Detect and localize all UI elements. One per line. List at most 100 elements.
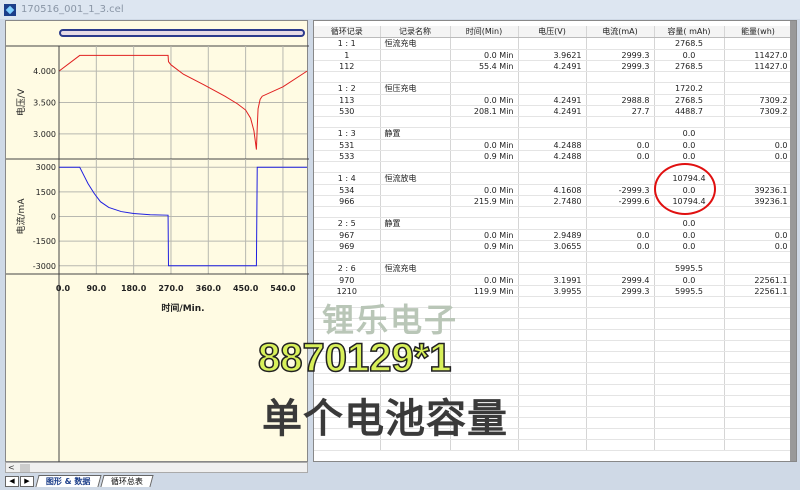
table-cell: 4.2491 xyxy=(518,94,587,106)
table-cell xyxy=(724,71,793,83)
table-cell: 0.9 Min xyxy=(450,150,519,162)
table-cell xyxy=(450,362,519,374)
table-cell xyxy=(724,262,793,275)
scroll-left-icon[interactable]: < xyxy=(8,463,15,472)
tab-cycle-summary[interactable]: 循环总表 xyxy=(99,475,154,487)
table-cell xyxy=(586,406,655,418)
table-row[interactable]: 970 0.0 Min 3.1991 2999.4 0.0 22561.1 xyxy=(314,274,793,286)
table-cell: 0.0 Min xyxy=(450,94,519,106)
x-axis-label: 时间/Min. xyxy=(161,302,204,314)
tab-prev-button[interactable]: ◀ xyxy=(5,475,19,487)
table-row[interactable]: 533 0.9 Min 4.2488 0.0 0.0 0.0 xyxy=(314,150,793,162)
table-row[interactable]: 1 0.0 Min 3.9621 2999.3 0.0 11427.0 xyxy=(314,49,793,61)
table-row[interactable] xyxy=(314,206,793,218)
x-tick-label: 0.0 xyxy=(56,284,71,293)
table-cell: 0.0 xyxy=(724,150,793,162)
table-row[interactable] xyxy=(314,161,793,173)
table-row[interactable]: 1 : 3 静置 0.0 xyxy=(314,127,793,140)
table-cell xyxy=(586,373,655,385)
table-cell xyxy=(654,362,725,374)
table-cell xyxy=(654,384,725,396)
table-cell xyxy=(586,362,655,374)
table-row[interactable] xyxy=(314,71,793,83)
table-cell xyxy=(654,71,725,83)
scroll-thumb[interactable] xyxy=(20,464,30,472)
table-cell: 静置 xyxy=(380,127,451,140)
table-cell xyxy=(518,296,587,308)
table-cell xyxy=(586,318,655,330)
column-header[interactable]: 时间(Min) xyxy=(450,26,519,38)
table-cell xyxy=(724,161,793,173)
table-cell: 0.0 Min xyxy=(450,229,519,241)
table-row[interactable]: 1 : 1 恒流充电 2768.5 xyxy=(314,37,793,50)
column-header[interactable]: 记录名称 xyxy=(380,26,451,38)
table-row[interactable]: 969 0.9 Min 3.0655 0.0 0.0 0.0 xyxy=(314,240,793,252)
table-row[interactable]: 2 : 5 静置 0.0 xyxy=(314,217,793,230)
table-cell: 0.0 xyxy=(724,139,793,151)
table-cell: 2768.5 xyxy=(654,37,725,50)
table-cell: 39236.1 xyxy=(724,195,793,207)
tab-chart-data[interactable]: 图形 & 数据 xyxy=(35,475,102,487)
table-cell: 1 : 2 xyxy=(314,82,381,95)
table-row[interactable]: 112 55.4 Min 4.2491 2999.3 2768.5 11427.0 xyxy=(314,60,793,72)
table-row[interactable]: 113 0.0 Min 4.2491 2988.8 2768.5 7309.2 xyxy=(314,94,793,106)
table-cell xyxy=(724,384,793,396)
table-cell xyxy=(518,161,587,173)
table-row[interactable]: 966 215.9 Min 2.7480 -2999.6 10794.4 39236.1 xyxy=(314,195,793,207)
table-cell: 3.1991 xyxy=(518,274,587,286)
table-cell: 1 : 4 xyxy=(314,172,381,185)
table-cell xyxy=(724,82,793,95)
watermark-company: 锂乐电子 xyxy=(322,301,459,339)
table-cell: 967 xyxy=(314,229,381,241)
table-cell: 静置 xyxy=(380,217,451,230)
table-cell xyxy=(518,71,587,83)
table-cell: 4.1608 xyxy=(518,184,587,196)
column-header[interactable]: 电压(V) xyxy=(518,26,587,38)
table-cell: 966 xyxy=(314,195,381,207)
table-cell xyxy=(450,71,519,83)
table-cell xyxy=(586,206,655,218)
x-tick-label: 540.0 xyxy=(270,284,296,293)
table-cell xyxy=(518,116,587,128)
x-tick-label: 90.0 xyxy=(86,284,106,293)
table-cell: 4.2488 xyxy=(518,139,587,151)
column-header[interactable]: 循环记录 xyxy=(314,26,381,38)
table-cell: 2999.3 xyxy=(586,49,655,61)
chart-horizontal-scrollbar[interactable]: < xyxy=(5,462,308,473)
column-header[interactable]: 容量( mAh) xyxy=(654,26,725,38)
table-row[interactable]: 1 : 2 恒压充电 1720.2 xyxy=(314,82,793,95)
table-cell xyxy=(380,71,451,83)
table-cell xyxy=(586,439,655,451)
table-cell xyxy=(450,329,519,341)
table-cell: 7309.2 xyxy=(724,105,793,117)
table-cell xyxy=(450,161,519,173)
table-row[interactable] xyxy=(314,251,793,263)
y-tick-label: 3.000 xyxy=(33,130,56,139)
table-row[interactable] xyxy=(314,116,793,128)
table-row[interactable]: 1 : 4 恒流放电 10794.4 xyxy=(314,172,793,185)
table-cell xyxy=(724,206,793,218)
table-row[interactable]: 530 208.1 Min 4.2491 27.7 4488.7 7309.2 xyxy=(314,105,793,117)
x-tick-label: 270.0 xyxy=(158,284,184,293)
table-row[interactable]: 967 0.0 Min 2.9489 0.0 0.0 0.0 xyxy=(314,229,793,241)
table-cell: 5995.5 xyxy=(654,262,725,275)
table-vertical-scrollbar[interactable] xyxy=(790,21,796,461)
table-cell xyxy=(518,318,587,330)
table-cell: 1 : 3 xyxy=(314,127,381,140)
app-icon xyxy=(4,3,16,16)
tab-next-button[interactable]: ▶ xyxy=(20,475,34,487)
table-cell xyxy=(654,307,725,319)
x-tick-label: 450.0 xyxy=(233,284,259,293)
capacity-highlight-circle xyxy=(654,163,716,215)
table-row[interactable]: 2 : 6 恒流充电 5995.5 xyxy=(314,262,793,275)
table-cell xyxy=(450,217,519,230)
table-row[interactable]: 534 0.0 Min 4.1608 -2999.3 0.0 39236.1 xyxy=(314,184,793,196)
table-row[interactable]: 531 0.0 Min 4.2488 0.0 0.0 0.0 xyxy=(314,139,793,151)
y-tick-label: -3000 xyxy=(33,262,56,271)
column-header[interactable]: 电流(mA) xyxy=(586,26,655,38)
table-cell xyxy=(450,296,519,308)
table-cell xyxy=(450,251,519,263)
table-cell: 0.0 xyxy=(654,274,725,286)
table-cell xyxy=(586,262,655,275)
column-header[interactable]: 能量(wh) xyxy=(724,26,793,38)
